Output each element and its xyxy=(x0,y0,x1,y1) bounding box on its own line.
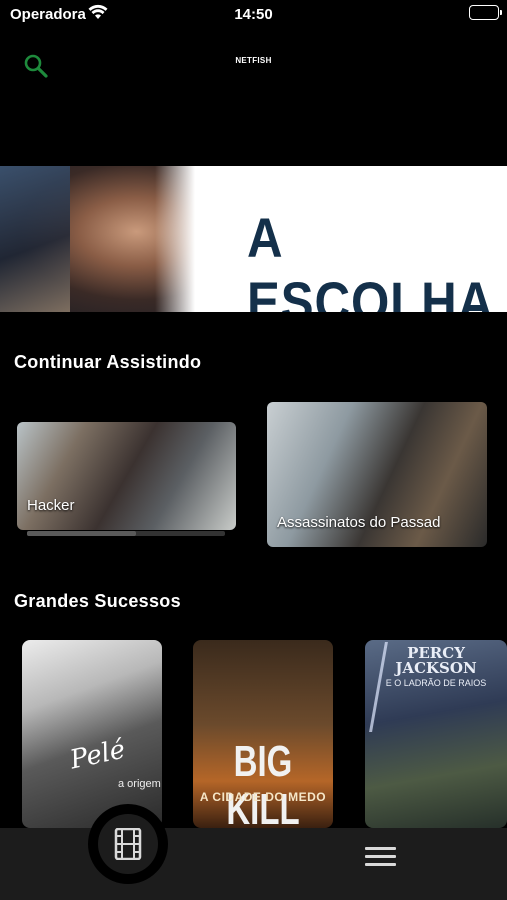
section-title-continue-watching: Continuar Assistindo xyxy=(14,352,202,372)
watch-progress-fill xyxy=(27,531,136,536)
status-clock: 14:50 xyxy=(234,6,273,23)
poster-subtitle: E O LADRÃO DE RAIOS xyxy=(385,678,487,688)
continue-card-label: Hacker xyxy=(27,497,75,514)
continue-card-label: Assassinatos do Passad xyxy=(277,514,441,531)
poster-title: Pelé xyxy=(67,734,128,776)
hamburger-menu-icon xyxy=(365,855,396,858)
battery-icon xyxy=(469,5,502,20)
app-logo: NETFISH xyxy=(235,56,272,65)
hero-title: A ESCOLHA xyxy=(247,206,495,312)
continue-card-hacker[interactable]: Hacker xyxy=(17,422,236,530)
continue-card-assassinatos[interactable]: Assassinatos do Passad xyxy=(267,402,487,547)
poster-title: BIG KILL xyxy=(226,737,300,829)
poster-subtitle: A CIDADE DO MEDO xyxy=(199,790,327,804)
hamburger-menu-icon xyxy=(365,863,396,866)
poster-big-kill[interactable]: BIG KILL A CIDADE DO MEDO xyxy=(193,640,333,828)
tab-bar xyxy=(0,828,507,900)
hamburger-menu-icon xyxy=(365,847,396,850)
section-title-top-hits: Grandes Sucessos xyxy=(14,591,181,611)
film-icon xyxy=(114,828,142,860)
hero-banner[interactable]: A ESCOLHA xyxy=(0,166,507,312)
poster-pele[interactable]: Pelé a origem xyxy=(22,640,162,828)
poster-subtitle: a origem xyxy=(118,778,161,790)
tab-movies[interactable] xyxy=(98,814,158,874)
poster-percy-jackson[interactable]: PERCY JACKSON E O LADRÃO DE RAIOS xyxy=(365,640,507,828)
watch-progress-bar xyxy=(27,531,225,536)
status-bar: Operadora 14:50 xyxy=(0,0,507,30)
tab-menu[interactable] xyxy=(364,845,398,869)
hero-image xyxy=(0,166,195,312)
poster-title: PERCY JACKSON xyxy=(395,644,477,677)
